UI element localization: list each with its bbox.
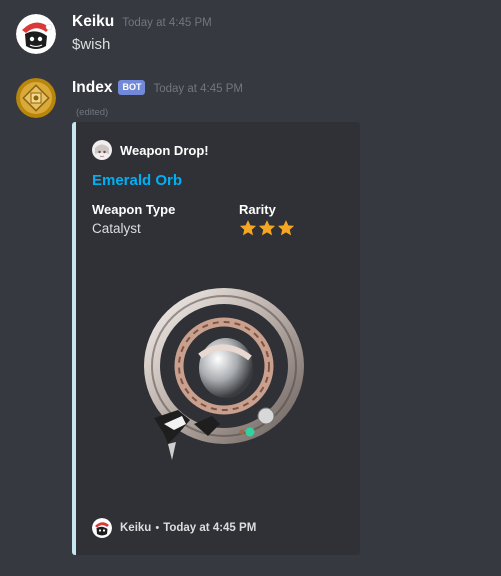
- field-value: Catalyst: [92, 221, 141, 236]
- field-weapon-type: Weapon Type Catalyst: [92, 202, 175, 236]
- edited-label: (edited): [76, 107, 109, 118]
- embed-title-link[interactable]: Emerald Orb: [92, 172, 182, 189]
- rarity-stars: [239, 219, 296, 237]
- star-icon: [277, 220, 295, 236]
- timestamp: Today at 4:45 PM: [153, 83, 243, 95]
- bot-tag: BOT: [118, 80, 146, 95]
- embed-footer: Keiku • Today at 4:45 PM: [92, 518, 256, 538]
- keiku-avatar-icon: [16, 14, 56, 54]
- timestamp: Today at 4:45 PM: [122, 17, 212, 29]
- keiku-avatar[interactable]: [16, 14, 56, 54]
- message-content: $wish: [72, 36, 111, 53]
- field-rarity: Rarity: [239, 202, 296, 237]
- catalyst-orb-image[interactable]: [134, 284, 314, 474]
- footer-timestamp: Today at 4:45 PM: [163, 522, 257, 534]
- star-icon: [258, 220, 276, 236]
- message-header: Keiku Today at 4:45 PM: [72, 13, 212, 31]
- footer-avatar-icon: [92, 518, 112, 538]
- embed-author: Weapon Drop!: [92, 140, 209, 160]
- embed-author-icon: [92, 140, 112, 160]
- star-icon: [239, 220, 257, 236]
- message-header: Index BOT Today at 4:45 PM: [72, 79, 243, 97]
- footer-separator: •: [155, 522, 160, 534]
- weapon-drop-embed: Weapon Drop! Emerald Orb Weapon Type Cat…: [72, 122, 360, 555]
- footer-name: Keiku: [120, 522, 152, 534]
- embed-author-name: Weapon Drop!: [120, 142, 209, 158]
- field-name: Weapon Type: [92, 202, 176, 217]
- username[interactable]: Index: [72, 79, 112, 97]
- index-avatar-icon: [16, 78, 56, 118]
- username[interactable]: Keiku: [72, 13, 114, 31]
- field-name: Rarity: [239, 202, 276, 217]
- index-avatar[interactable]: [16, 78, 56, 118]
